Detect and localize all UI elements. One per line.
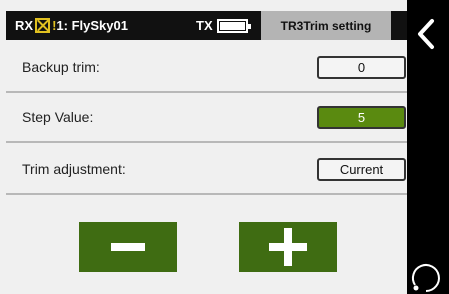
rx-label: RX bbox=[15, 18, 34, 33]
divider bbox=[6, 91, 407, 93]
battery-full-icon bbox=[217, 19, 251, 33]
trim-adjustment-value[interactable]: Current bbox=[317, 157, 406, 181]
minus-icon bbox=[111, 243, 145, 251]
divider bbox=[6, 193, 407, 195]
tx-label: TX bbox=[196, 18, 213, 33]
step-value-value[interactable]: 5 bbox=[317, 105, 406, 129]
backup-trim-value[interactable]: 0 bbox=[317, 55, 406, 79]
row-backup-trim: Backup trim: 0 bbox=[6, 44, 407, 90]
rotate-icon[interactable] bbox=[406, 258, 442, 294]
row-trim-adjustment: Trim adjustment: Current bbox=[6, 146, 407, 192]
divider bbox=[6, 141, 407, 143]
model-name: 1: FlySky01 bbox=[56, 18, 128, 33]
step-value-label: Step Value: bbox=[22, 109, 94, 125]
decrease-button[interactable] bbox=[79, 222, 177, 272]
chevron-left-icon[interactable] bbox=[414, 18, 438, 50]
row-step-value: Step Value: 5 bbox=[6, 94, 407, 140]
status-bar: RX ! 1: FlySky01 TX TR3Trim setting bbox=[6, 11, 407, 40]
backup-trim-label: Backup trim: bbox=[22, 59, 100, 75]
trim-adjustment-label: Trim adjustment: bbox=[22, 161, 126, 177]
plus-icon bbox=[269, 228, 307, 266]
status-left: RX ! 1: FlySky01 TX bbox=[6, 11, 261, 40]
increase-button[interactable] bbox=[239, 222, 337, 272]
rx-no-signal-icon bbox=[35, 18, 51, 33]
screen: RX ! 1: FlySky01 TX TR3Trim setting Back… bbox=[0, 0, 407, 294]
page-title: TR3Trim setting bbox=[261, 11, 391, 40]
